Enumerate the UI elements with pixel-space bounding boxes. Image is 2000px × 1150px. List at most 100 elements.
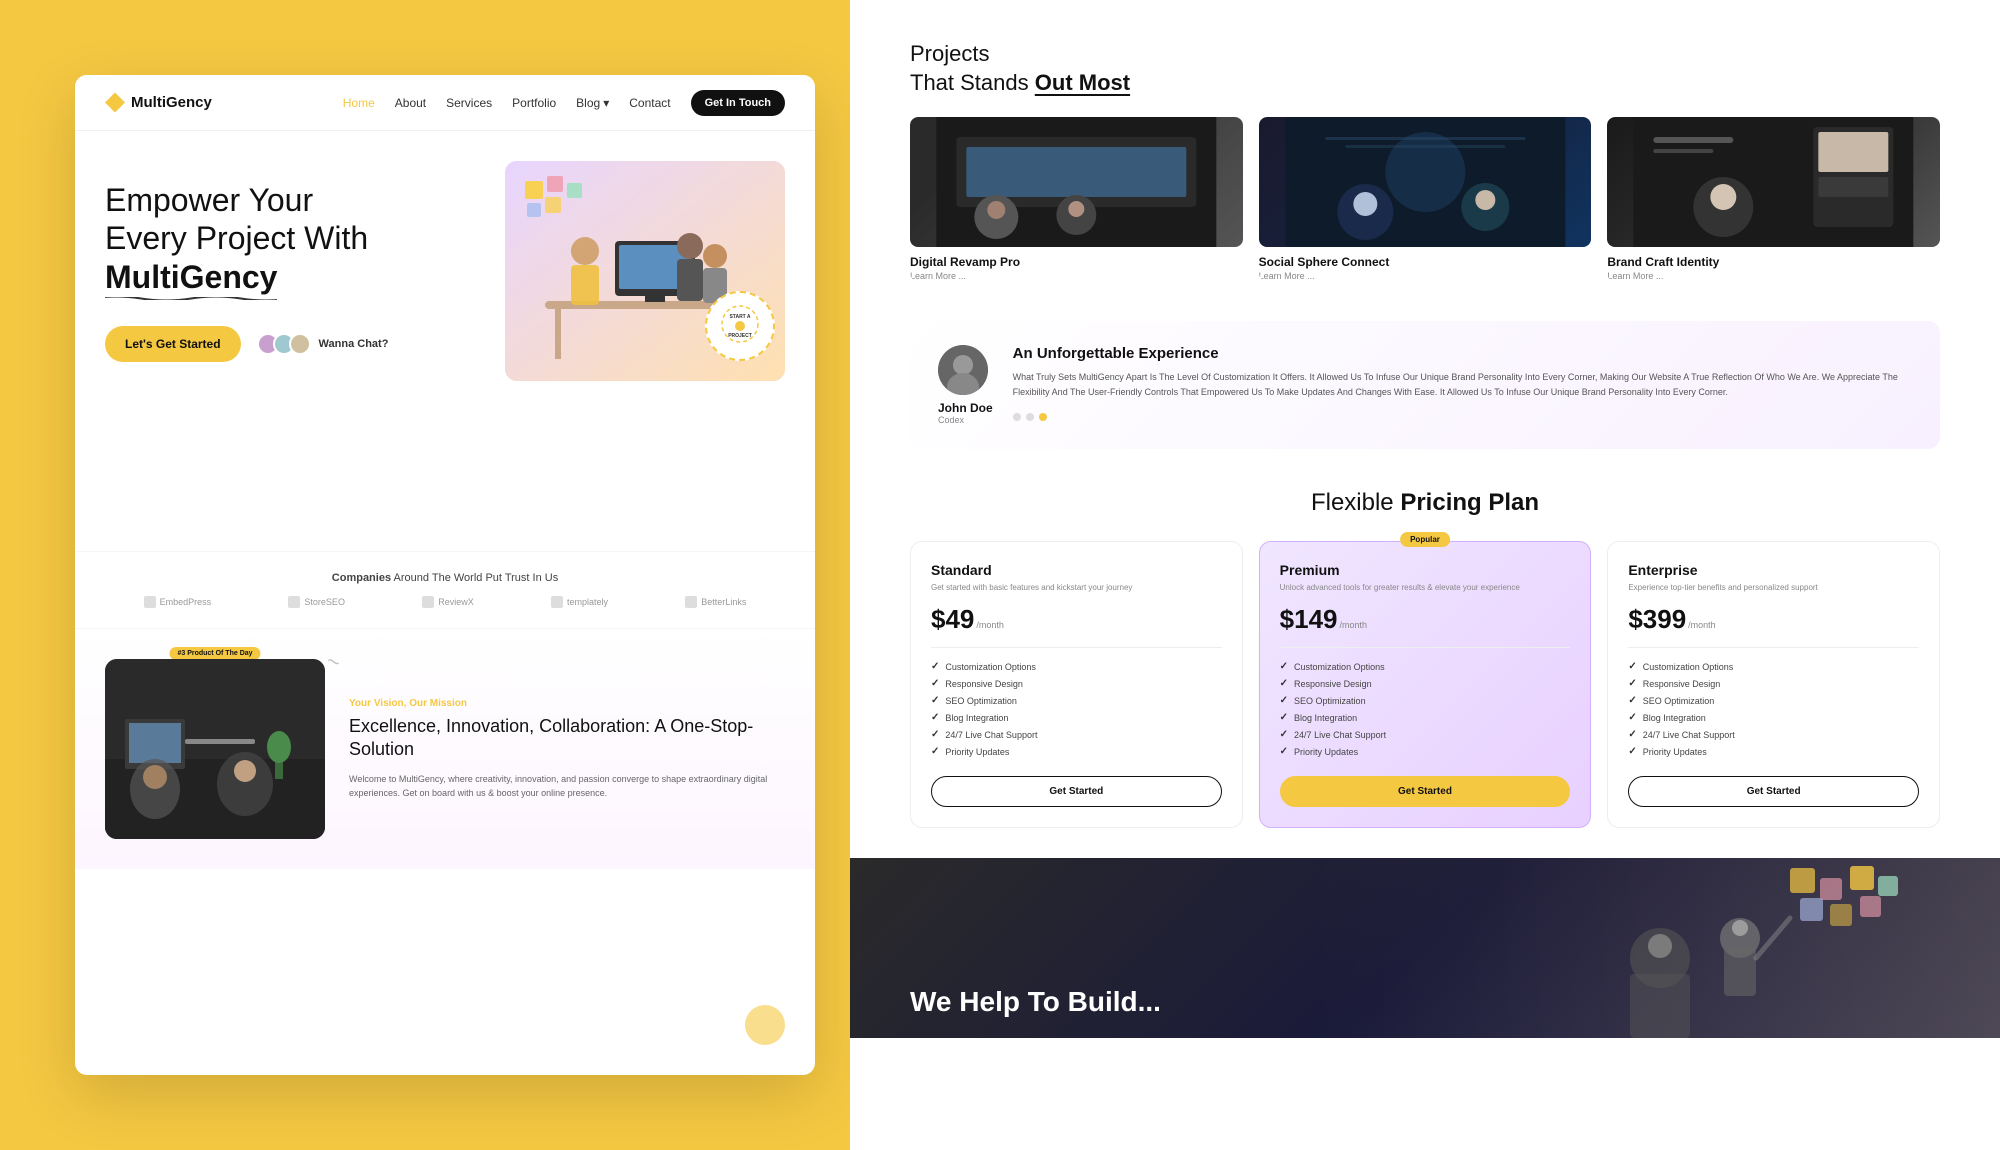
- hero-badge: START A PROJECT: [705, 291, 775, 361]
- squiggle-decoration: ~: [323, 648, 344, 677]
- plan-standard-name: Standard: [931, 562, 1222, 578]
- feature-ent-2: Responsive Design: [1628, 675, 1919, 692]
- svg-text:PROJECT: PROJECT: [728, 333, 752, 339]
- logos-row: EmbedPress StoreSEO ReviewX templately B…: [105, 596, 785, 608]
- nav-home[interactable]: Home: [343, 96, 375, 110]
- feature-pre-2: Responsive Design: [1280, 675, 1571, 692]
- storeseo-icon: [288, 596, 300, 608]
- project-image-1: [910, 117, 1243, 247]
- testimonial-section: John Doe Codex An Unforgettable Experien…: [910, 321, 1940, 449]
- plan-enterprise-desc: Experience top-tier benefits and persona…: [1628, 582, 1919, 594]
- feature-ent-1: Customization Options: [1628, 658, 1919, 675]
- about-description: Welcome to MultiGency, where creativity,…: [349, 772, 785, 801]
- testimonial-avatar: [938, 345, 988, 395]
- testimonial-text: What Truly Sets MultiGency Apart Is The …: [1013, 370, 1912, 401]
- logo-betterlinks: BetterLinks: [685, 596, 746, 608]
- about-title: Excellence, Innovation, Collaboration: A…: [349, 715, 785, 762]
- project-card-2: Social Sphere Connect Learn More ...: [1259, 117, 1592, 281]
- betterlinks-icon: [685, 596, 697, 608]
- hero-section: START A PROJECT Empower Your Every Proje…: [75, 131, 815, 551]
- testimonial-dots: [1013, 413, 1912, 421]
- project-card-1: Digital Revamp Pro Learn More ...: [910, 117, 1243, 281]
- project-link-3[interactable]: Learn More ...: [1607, 271, 1940, 281]
- feature-pre-3: SEO Optimization: [1280, 692, 1571, 709]
- about-image: [105, 659, 325, 839]
- feature-std-5: 24/7 Live Chat Support: [931, 726, 1222, 743]
- nav-cta-button[interactable]: Get In Touch: [691, 90, 785, 116]
- project-3-svg: [1607, 117, 1940, 247]
- about-content: Your Vision, Our Mission Excellence, Inn…: [349, 698, 785, 801]
- project-link-2[interactable]: Learn More ...: [1259, 271, 1592, 281]
- about-scene-svg: [105, 659, 325, 839]
- project-card-3: Brand Craft Identity Learn More ...: [1607, 117, 1940, 281]
- project-image-3: [1607, 117, 1940, 247]
- bottom-image-section: We Help To Build...: [850, 858, 2000, 1038]
- feature-pre-1: Customization Options: [1280, 658, 1571, 675]
- templately-icon: [551, 596, 563, 608]
- testimonial-content: An Unforgettable Experience What Truly S…: [1013, 345, 1912, 421]
- bottom-overlay-text: We Help To Build...: [910, 986, 1161, 1018]
- price-divider-2: [1280, 647, 1571, 648]
- plan-standard-cta[interactable]: Get Started: [931, 776, 1222, 807]
- about-section: #3 Product Of The Day: [75, 629, 815, 869]
- right-panel: Projects That Stands Out Most Digital: [850, 0, 2000, 1150]
- plan-premium: Popular Premium Unlock advanced tools fo…: [1259, 541, 1592, 828]
- wanna-chat[interactable]: Wanna Chat?: [257, 333, 389, 355]
- plan-standard-features: Customization Options Responsive Design …: [931, 658, 1222, 760]
- plan-standard-desc: Get started with basic features and kick…: [931, 582, 1222, 594]
- project-1-svg: [910, 117, 1243, 247]
- about-image-wrap: #3 Product Of The Day: [105, 659, 325, 839]
- pricing-grid: Standard Get started with basic features…: [910, 541, 1940, 828]
- plan-premium-features: Customization Options Responsive Design …: [1280, 658, 1571, 760]
- testimonial-avatar-wrap: John Doe Codex: [938, 345, 993, 425]
- embedpress-icon: [144, 596, 156, 608]
- nav-contact[interactable]: Contact: [629, 96, 670, 110]
- testimonial-name: John Doe: [938, 401, 993, 415]
- projects-section: Projects That Stands Out Most Digital: [850, 0, 2000, 311]
- testimonial-title: An Unforgettable Experience: [1013, 345, 1912, 362]
- feature-std-6: Priority Updates: [931, 743, 1222, 760]
- circle-decoration: [745, 1005, 785, 1045]
- project-link-1[interactable]: Learn More ...: [910, 271, 1243, 281]
- logo-icon: [105, 93, 125, 113]
- feature-ent-5: 24/7 Live Chat Support: [1628, 726, 1919, 743]
- trust-section: Companies Around The World Put Trust In …: [75, 551, 815, 629]
- nav-about[interactable]: About: [395, 96, 426, 110]
- feature-pre-5: 24/7 Live Chat Support: [1280, 726, 1571, 743]
- project-image-2: [1259, 117, 1592, 247]
- popular-badge: Popular: [1400, 532, 1450, 547]
- project-name-2: Social Sphere Connect: [1259, 255, 1592, 269]
- logo-storeseo: StoreSEO: [288, 596, 345, 608]
- plan-enterprise-name: Enterprise: [1628, 562, 1919, 578]
- plan-enterprise-features: Customization Options Responsive Design …: [1628, 658, 1919, 760]
- feature-pre-4: Blog Integration: [1280, 709, 1571, 726]
- nav-blog[interactable]: Blog ▾: [576, 96, 609, 110]
- badge-svg: START A PROJECT: [720, 304, 760, 344]
- logo[interactable]: MultiGency: [105, 93, 212, 113]
- bottom-scene-svg: [1310, 858, 2000, 1038]
- nav-portfolio[interactable]: Portfolio: [512, 96, 556, 110]
- feature-std-1: Customization Options: [931, 658, 1222, 675]
- plan-premium-price: $149 /month: [1280, 604, 1571, 635]
- hero-cta-button[interactable]: Let's Get Started: [105, 326, 241, 362]
- feature-ent-3: SEO Optimization: [1628, 692, 1919, 709]
- logo-reviewx: ReviewX: [422, 596, 474, 608]
- plan-premium-cta[interactable]: Get Started: [1280, 776, 1571, 807]
- avatar-3: [289, 333, 311, 355]
- plan-enterprise-cta[interactable]: Get Started: [1628, 776, 1919, 807]
- plan-standard: Standard Get started with basic features…: [910, 541, 1243, 828]
- dot-2[interactable]: [1026, 413, 1034, 421]
- plan-enterprise-price: $399 /month: [1628, 604, 1919, 635]
- plan-premium-name: Premium: [1280, 562, 1571, 578]
- hero-title: Empower Your Every Project With MultiGen…: [105, 181, 455, 296]
- projects-grid: Digital Revamp Pro Learn More ...: [910, 117, 1940, 281]
- feature-std-2: Responsive Design: [931, 675, 1222, 692]
- avatar-svg: [938, 345, 988, 395]
- reviewx-icon: [422, 596, 434, 608]
- dot-3-active[interactable]: [1039, 413, 1047, 421]
- project-name-1: Digital Revamp Pro: [910, 255, 1243, 269]
- logo-embedpress: EmbedPress: [144, 596, 212, 608]
- bottom-bg: [1310, 858, 2000, 1038]
- dot-1[interactable]: [1013, 413, 1021, 421]
- nav-services[interactable]: Services: [446, 96, 492, 110]
